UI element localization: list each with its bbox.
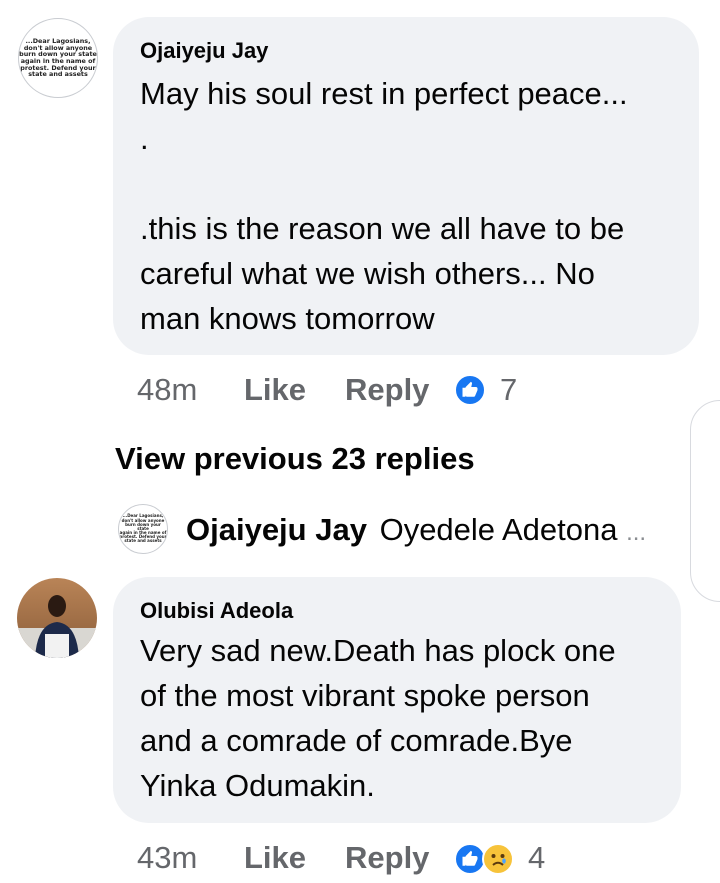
comment-author[interactable]: Olubisi Adeola [140, 598, 293, 624]
comment-text: May his soul rest in perfect peace... . … [140, 76, 628, 336]
avatar-text-line: state and assets [28, 70, 88, 79]
side-scroll-handle[interactable] [690, 400, 720, 602]
avatar[interactable]: ...Dear Lagosians, don't allow anyone bu… [118, 504, 168, 554]
reaction-count[interactable]: 7 [500, 372, 517, 408]
avatar[interactable] [17, 578, 97, 658]
thumbs-up-icon [462, 850, 478, 866]
reply-button[interactable]: Reply [345, 372, 429, 408]
avatar-photo [17, 578, 97, 658]
like-icon[interactable] [454, 374, 486, 406]
comment-author[interactable]: Ojaiyeju Jay [140, 38, 268, 64]
like-button[interactable]: Like [244, 372, 306, 408]
comment-timestamp[interactable]: 48m [137, 372, 197, 408]
thumbs-up-icon [462, 381, 478, 397]
reply-button[interactable]: Reply [345, 840, 429, 876]
avatar[interactable]: ...Dear Lagosians, don't allow anyone bu… [18, 18, 98, 98]
reaction-count[interactable]: 4 [528, 840, 545, 876]
reply-preview-text: Oyedele Adetona [379, 512, 618, 547]
avatar-text-line: state and assets [124, 538, 162, 544]
reply-preview-author: Ojaiyeju Jay [186, 512, 367, 547]
comment-timestamp[interactable]: 43m [137, 840, 197, 876]
avatar-image: ...Dear Lagosians, don't allow anyone bu… [119, 505, 167, 553]
reply-preview-ellipsis: ... [626, 519, 647, 546]
comment-text: Very sad new.Death has plock one of the … [140, 633, 616, 803]
avatar-image: ...Dear Lagosians, don't allow anyone bu… [19, 19, 97, 97]
sad-face-icon [491, 854, 506, 866]
sad-icon[interactable] [482, 843, 514, 875]
reply-preview[interactable]: Ojaiyeju Jay Oyedele Adetona ... [186, 512, 646, 548]
like-button[interactable]: Like [244, 840, 306, 876]
view-previous-replies-link[interactable]: View previous 23 replies [115, 441, 475, 477]
